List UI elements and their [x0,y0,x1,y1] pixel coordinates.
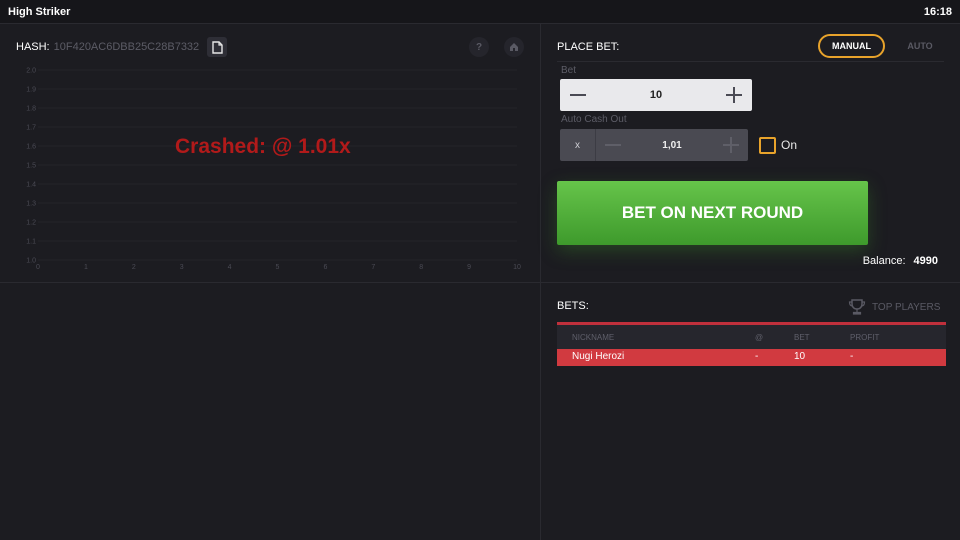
x-tick-label: 4 [228,264,232,271]
y-tick-label: 1.4 [26,182,36,189]
row-nickname: Nugi Herozi [572,351,625,362]
clock: 16:18 [923,6,952,18]
balance: Balance: 4990 [863,255,938,267]
x-tick-label: 10 [513,264,521,271]
auto-cashout-label: Auto Cash Out [561,114,627,125]
x-tick-label: 1 [84,264,88,271]
table-row: Nugi Herozi - 10 - [557,349,946,366]
x-tick-label: 7 [371,264,375,271]
app-title: High Striker [8,6,71,18]
x-tick-label: 8 [419,264,423,271]
y-tick-label: 1.2 [26,220,36,227]
hash-value: 10F420AC6DBB25C28B7332 [53,41,200,53]
hash-label: HASH: [16,41,50,53]
y-tick-label: 1.6 [26,144,36,151]
row-bet: 10 [794,351,806,362]
home-button[interactable] [504,37,524,57]
hash-display: HASH: 10F420AC6DBB25C28B7332 [16,41,199,53]
auto-cashout-stepper: x 1,01 [560,129,748,161]
bets-table: NICKNAME @ BET PROFIT Nugi Herozi - 10 - [557,322,946,366]
trophy-icon [848,299,866,315]
row-profit: - [850,351,854,362]
help-button[interactable]: ? [469,37,489,57]
cashout-increase-button[interactable] [716,129,746,161]
column-header-bet: BET [794,333,810,342]
x-tick-label: 5 [276,264,280,271]
row-at: - [755,351,759,362]
cashout-decrease-button[interactable] [598,129,628,161]
x-tick-label: 6 [323,264,327,271]
top-players-button[interactable]: TOP PLAYERS [848,297,940,317]
title-bar: High Striker 16:18 [0,0,960,24]
bet-next-round-button[interactable]: BET ON NEXT ROUND [557,181,868,245]
minus-icon [605,144,621,146]
table-header: NICKNAME @ BET PROFIT [557,325,946,349]
y-tick-label: 1.5 [26,163,36,170]
multiplier-chart: 2.0 1.9 1.8 1.7 1.6 1.5 1.4 1.3 1.2 1.1 1.0 0 1 2 3 4 5 6… [0,60,540,276]
bets-title: BETS: [557,300,589,312]
top-players-label: TOP PLAYERS [872,301,941,313]
copy-hash-button[interactable] [207,37,227,57]
x-tick-label: 0 [36,264,40,271]
question-icon: ? [475,41,483,53]
y-tick-label: 1.3 [26,201,36,208]
y-tick-label: 1.1 [26,239,36,246]
manual-mode-tab[interactable]: MANUAL [818,34,885,58]
x-tick-label: 3 [180,264,184,271]
home-icon [510,43,518,51]
bet-amount-stepper: 10 [560,79,752,111]
y-tick-label: 1.9 [26,87,36,94]
bet-increase-button[interactable] [718,79,750,111]
column-header-profit: PROFIT [850,333,880,342]
x-tick-label: 9 [467,264,471,271]
document-icon [211,40,223,54]
multiplier-prefix: x [560,129,596,161]
x-tick-label: 2 [132,264,136,271]
bet-decrease-button[interactable] [562,79,594,111]
auto-cashout-checkbox[interactable] [759,137,776,154]
panel-divider [557,61,944,62]
horizontal-divider [0,282,960,283]
bet-label: Bet [561,65,577,76]
auto-cashout-input[interactable]: 1,01 [630,140,714,151]
column-header-at: @ [755,333,764,342]
y-tick-label: 1.0 [26,258,36,265]
column-header-nickname: NICKNAME [572,333,615,342]
auto-mode-tab[interactable]: AUTO [890,34,950,58]
minus-icon [570,94,586,96]
chart-canvas: 2.0 1.9 1.8 1.7 1.6 1.5 1.4 1.3 1.2 1.1 1.00 1 2 3 4 5 6… [26,68,521,272]
balance-value: 4990 [913,255,938,267]
bet-amount-input[interactable]: 10 [600,89,712,101]
auto-cashout-toggle-label: On [781,138,798,152]
y-tick-label: 2.0 [26,68,36,75]
y-tick-label: 1.8 [26,106,36,113]
y-tick-label: 1.7 [26,125,36,132]
balance-label: Balance: [862,255,906,267]
place-bet-title: PLACE BET: [557,41,620,53]
crash-status: Crashed: @ 1.01x [175,135,351,158]
